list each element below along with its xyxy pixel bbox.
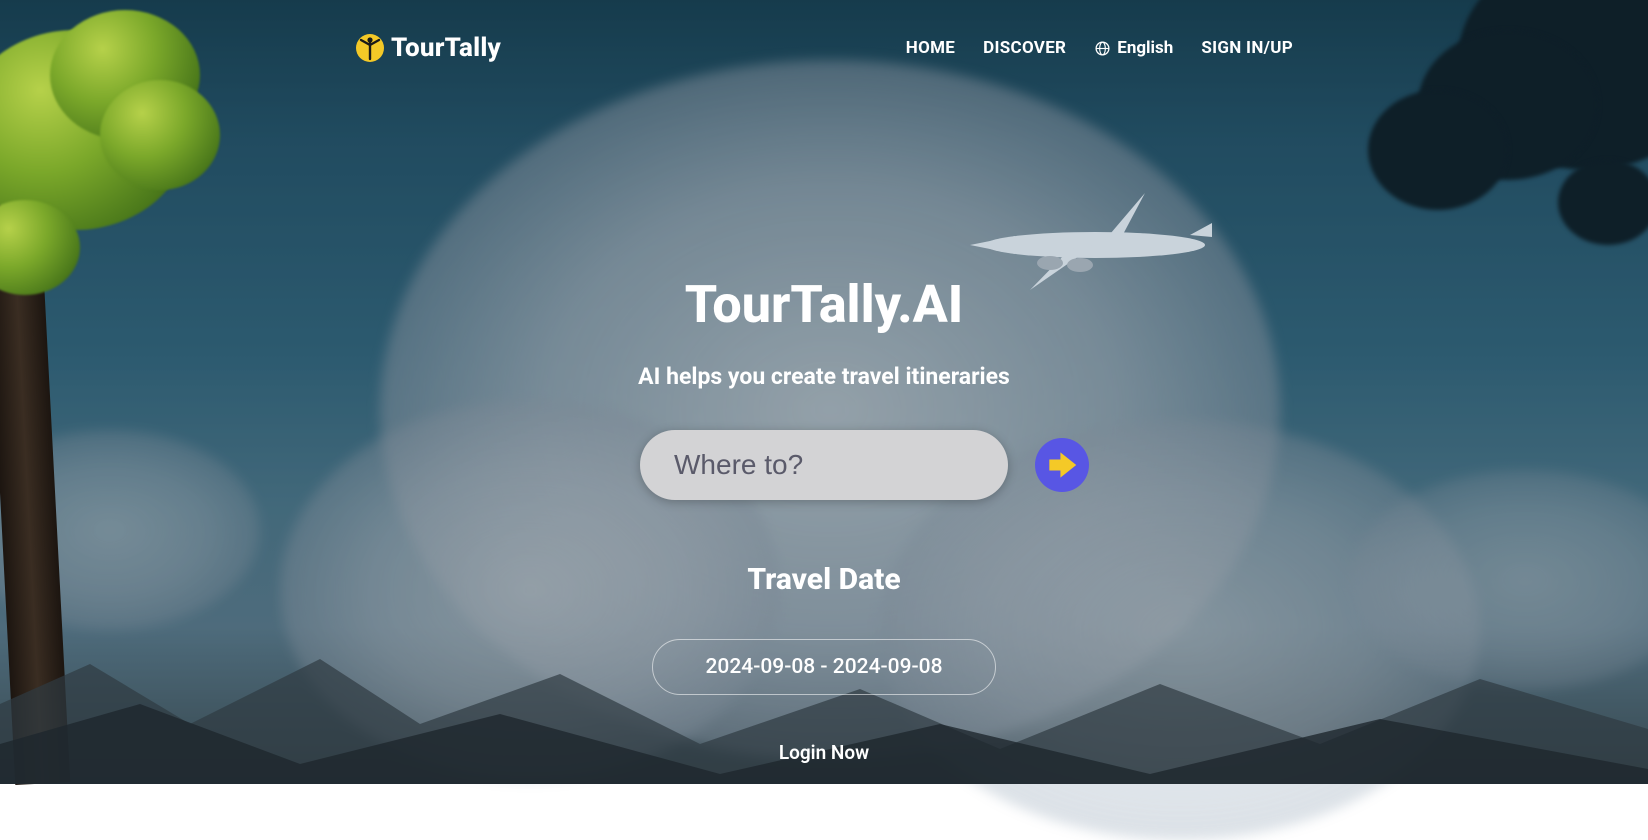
globe-icon: [1094, 40, 1111, 57]
hero-section: TourTally.AI AI helps you create travel …: [0, 274, 1648, 764]
destination-search: [640, 430, 1008, 500]
nav-auth[interactable]: SIGN IN/UP: [1201, 38, 1293, 58]
travel-date-picker[interactable]: 2024-09-08 - 2024-09-08: [652, 639, 995, 695]
travel-date-title: Travel Date: [0, 562, 1648, 597]
search-submit-button[interactable]: [1035, 438, 1089, 492]
nav-discover[interactable]: DISCOVER: [983, 38, 1066, 58]
language-selector[interactable]: English: [1094, 38, 1173, 58]
hero-subtitle: AI helps you create travel itineraries: [0, 363, 1648, 390]
logo-text: TourTally: [391, 33, 501, 63]
destination-input[interactable]: [674, 449, 1035, 481]
travel-date-section: Travel Date 2024-09-08 - 2024-09-08: [0, 562, 1648, 695]
logo-icon: [355, 33, 385, 63]
nav-home[interactable]: HOME: [906, 38, 955, 58]
language-label: English: [1117, 38, 1173, 58]
login-now-link[interactable]: Login Now: [779, 741, 869, 764]
header: TourTally HOME DISCOVER English SIGN IN/…: [0, 0, 1648, 76]
logo[interactable]: TourTally: [355, 33, 501, 63]
hero-title: TourTally.AI: [0, 274, 1648, 335]
main-nav: HOME DISCOVER English SIGN IN/UP: [906, 38, 1293, 58]
arrow-right-icon: [1043, 446, 1081, 484]
